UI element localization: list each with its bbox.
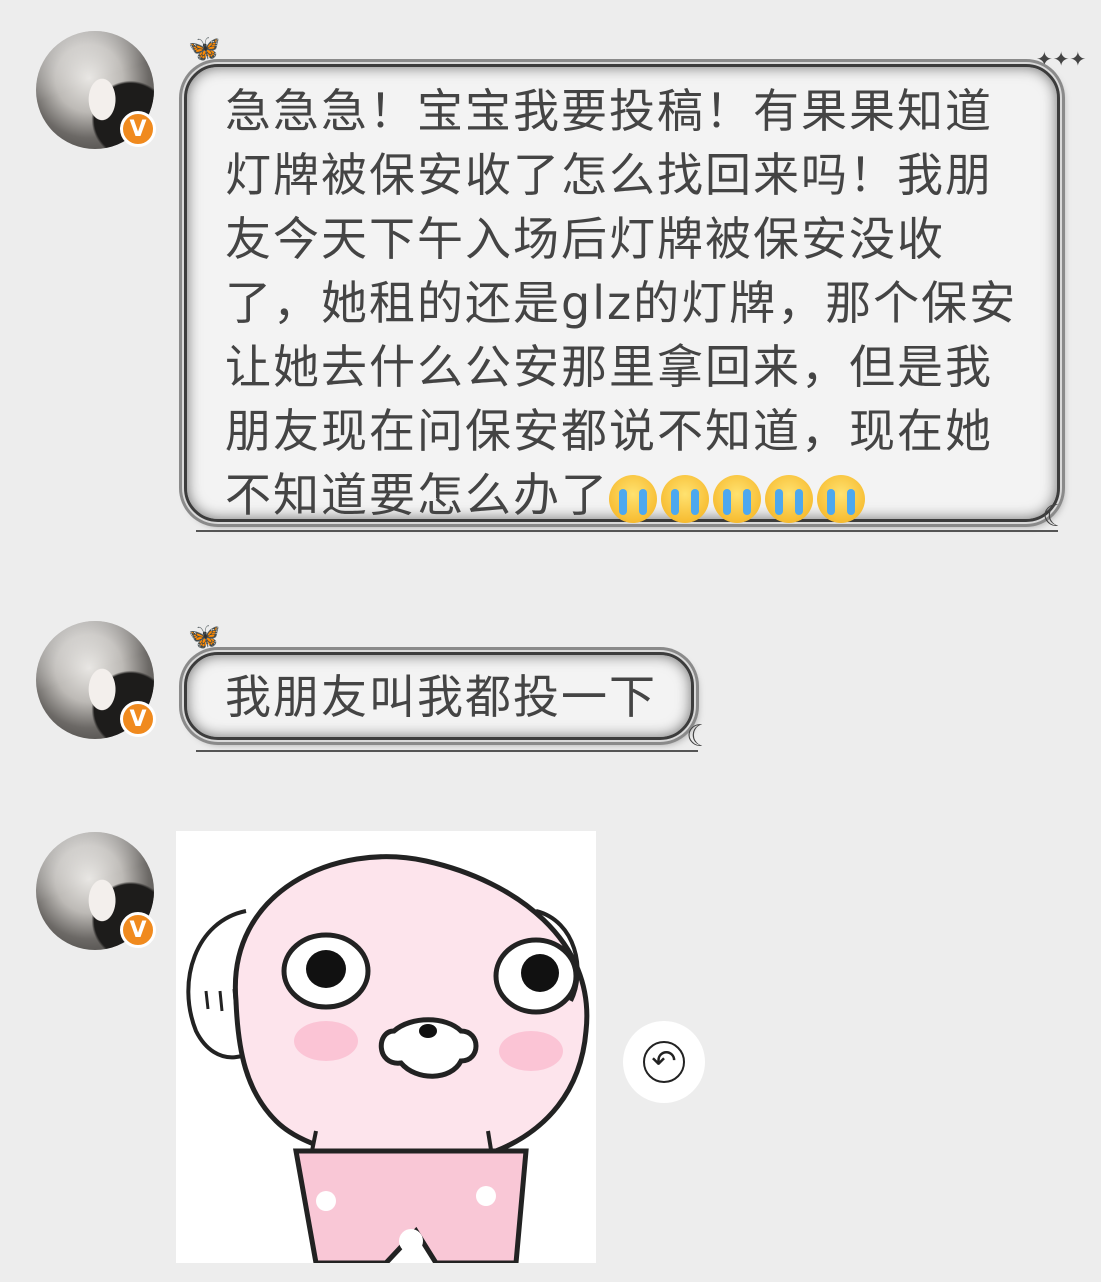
message-line: 急急急！宝宝我要投稿！有果果知道: [225, 84, 993, 138]
sender-avatar[interactable]: V: [36, 31, 156, 149]
message-line: 让她去什么公安那里拿回来，但是我: [225, 340, 993, 394]
message-line: 不知道要怎么办了: [225, 468, 609, 522]
loudly-crying-face-icon: [609, 474, 657, 523]
message-line: 了，她租的还是glz的灯牌，那个保安: [225, 276, 1018, 330]
butterfly-icon: 🦋: [188, 622, 221, 652]
loudly-crying-face-icon: [765, 474, 813, 523]
sender-avatar[interactable]: V: [36, 621, 156, 739]
emoji-group: [609, 474, 865, 523]
message-line-last: 不知道要怎么办了: [225, 463, 1033, 527]
bubble-underline: [196, 530, 1058, 532]
message-bubble[interactable]: 我朋友叫我都投一下: [184, 652, 694, 740]
loudly-crying-face-icon: [817, 474, 865, 523]
sender-avatar[interactable]: V: [36, 832, 156, 950]
loudly-crying-face-icon: [661, 474, 709, 523]
verified-badge-icon: V: [120, 111, 156, 147]
message-line: 朋友现在问保安都说不知道，现在她: [225, 404, 993, 458]
reply-icon: ↶: [643, 1041, 685, 1083]
verified-badge-icon: V: [120, 701, 156, 737]
bubble-underline: [196, 750, 698, 752]
moon-icon: ☾: [1042, 499, 1069, 534]
verified-badge-icon: V: [120, 912, 156, 948]
loudly-crying-face-icon: [713, 474, 761, 523]
message-bubble[interactable]: 急急急！宝宝我要投稿！有果果知道 灯牌被保安收了怎么找回来吗！我朋 友今天下午入…: [184, 64, 1060, 523]
moon-icon: ☾: [686, 719, 713, 754]
pink-blob-sticker[interactable]: [176, 831, 596, 1263]
sticker-illustration: [186, 854, 590, 1263]
butterfly-icon: 🦋: [188, 34, 221, 64]
reply-button[interactable]: ↶: [623, 1021, 705, 1103]
message-line: 灯牌被保安收了怎么找回来吗！我朋: [225, 148, 993, 202]
message-line: 我朋友叫我都投一下: [225, 670, 657, 724]
message-line: 友今天下午入场后灯牌被保安没收: [225, 212, 945, 266]
